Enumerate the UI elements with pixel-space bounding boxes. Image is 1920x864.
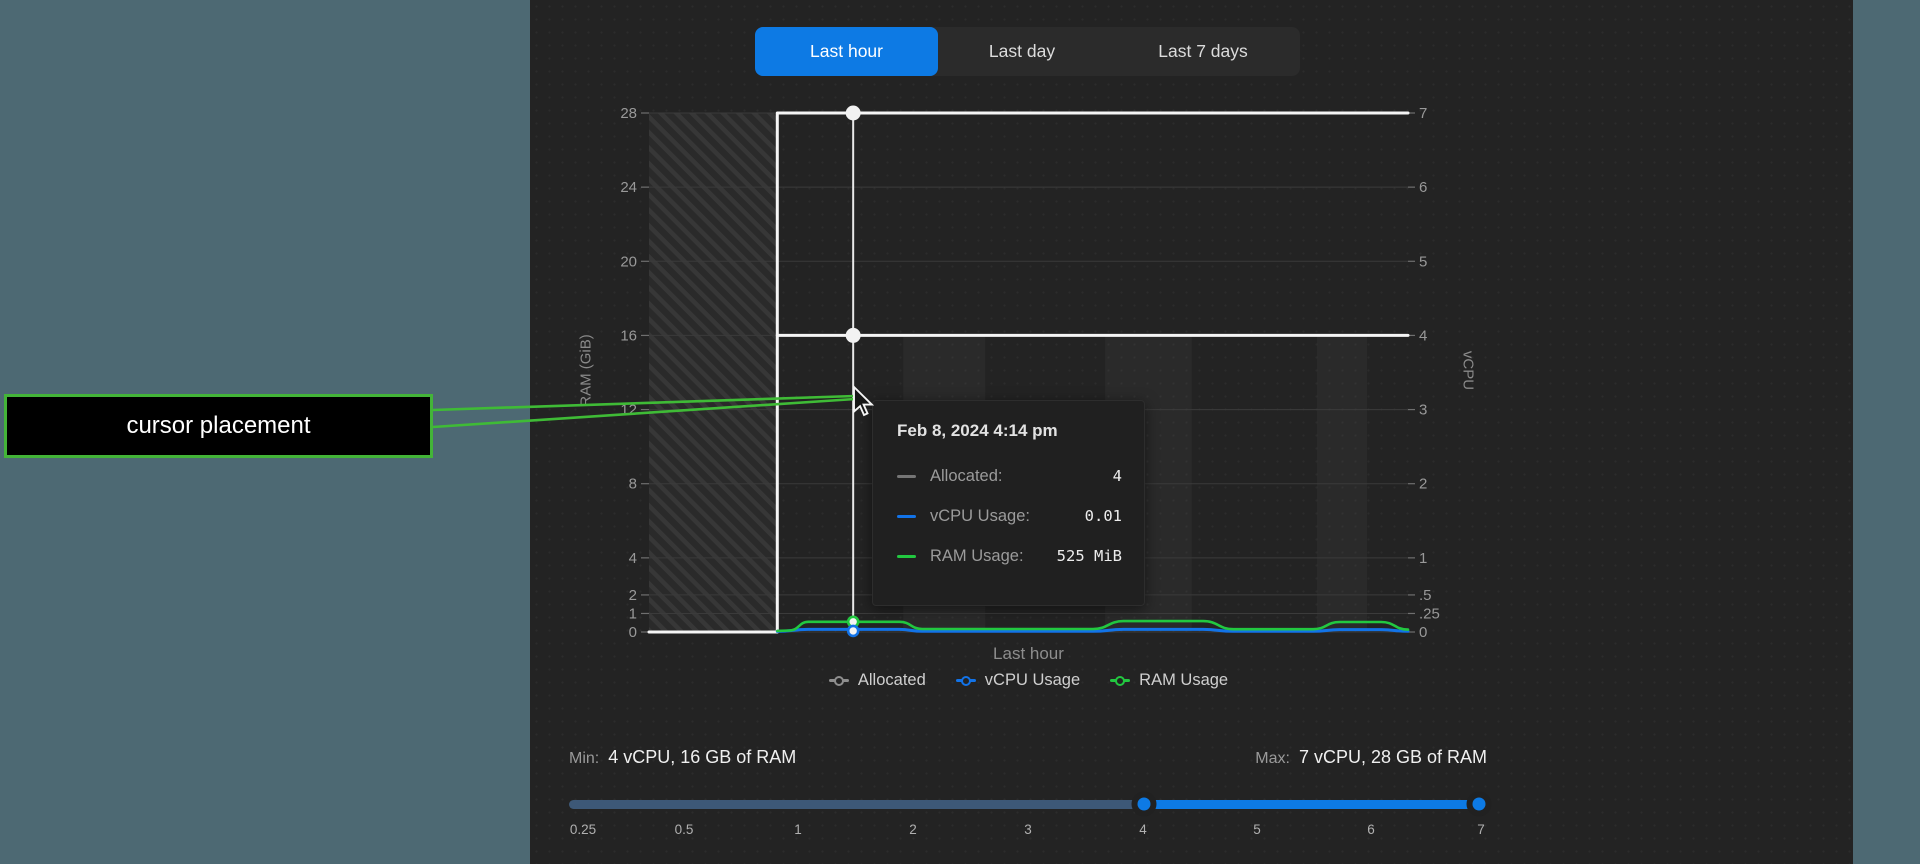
y-axis-title-vcpu: vCPU: [1460, 291, 1477, 451]
ram-tick-label: 1: [629, 605, 637, 622]
chart-legend: Allocated vCPU Usage RAM Usage: [649, 671, 1408, 690]
legend-label: Allocated: [858, 671, 926, 690]
legend-label: vCPU Usage: [985, 671, 1080, 690]
vcpu-tick-label: 1: [1419, 550, 1427, 567]
ram-tick-label: 28: [620, 105, 637, 122]
allocated-legend-marker-icon: [829, 676, 849, 686]
ram-legend-marker-icon: [1110, 676, 1130, 686]
slider-tick: 4: [1139, 822, 1147, 837]
vcpu-tick-label: .5: [1419, 587, 1432, 604]
resource-usage-screen: Last hour Last day Last 7 days 287246205…: [0, 0, 1920, 864]
tooltip-value: 4: [1113, 467, 1122, 485]
cursor-placement-callout: cursor placement: [4, 394, 433, 458]
ram-tick-label: 16: [620, 327, 637, 344]
slider-tick: 7: [1477, 822, 1485, 837]
tooltip-row-vcpu: vCPU Usage: 0.01: [897, 505, 1122, 527]
max-label: Max:: [1255, 750, 1290, 768]
resource-range-slider[interactable]: [569, 800, 1484, 809]
callout-text: cursor placement: [126, 412, 310, 440]
tooltip-label: vCPU Usage:: [930, 507, 1030, 526]
slider-tick: 1: [794, 822, 802, 837]
ram-tick-label: 0: [629, 624, 637, 641]
slider-tick: 2: [909, 822, 917, 837]
crosshair-ring-marker: [848, 626, 858, 636]
slider-handle-max[interactable]: [1466, 792, 1491, 817]
legend-item-allocated[interactable]: Allocated: [829, 671, 926, 690]
max-value: 7 vCPU, 28 GB of RAM: [1299, 747, 1487, 768]
vcpu-tick-label: 7: [1419, 105, 1427, 122]
ram-tick-label: 4: [629, 550, 637, 567]
tooltip-value: 0.01: [1085, 507, 1122, 525]
slider-tick: 0.25: [570, 822, 596, 837]
y-axis-title-ram: RAM (GiB): [578, 291, 595, 451]
crosshair-point-marker: [846, 328, 861, 343]
ram-tick-label: 24: [620, 179, 637, 196]
resource-limits-row: Min: 4 vCPU, 16 GB of RAM Max: 7 vCPU, 2…: [569, 747, 1487, 768]
tooltip-value: 525 MiB: [1057, 547, 1122, 565]
ram-tick-label: 20: [620, 253, 637, 270]
tooltip-row-ram: RAM Usage: 525 MiB: [897, 545, 1122, 567]
vcpu-tick-label: 5: [1419, 253, 1427, 270]
slider-handle-min[interactable]: [1131, 792, 1156, 817]
tooltip-label: Allocated:: [930, 467, 1002, 486]
vcpu-tick-label: 3: [1419, 402, 1427, 419]
slider-active-range: [1144, 800, 1484, 809]
ram-tick-label: 2: [629, 587, 637, 604]
slider-tick: 0.5: [675, 822, 694, 837]
no-data-hatch-region: [649, 113, 777, 632]
vcpu-tick-label: 2: [1419, 476, 1427, 493]
crosshair-point-marker: [846, 106, 861, 121]
min-label: Min:: [569, 750, 599, 768]
slider-tick: 6: [1367, 822, 1375, 837]
ram-tick-label: 12: [620, 402, 637, 419]
allocated-series-swatch: [897, 475, 916, 478]
ram-series-swatch: [897, 555, 916, 558]
vcpu-tick-label: 4: [1419, 327, 1427, 344]
ram-tick-label: 8: [629, 476, 637, 493]
min-resources: Min: 4 vCPU, 16 GB of RAM: [569, 747, 796, 768]
chart-tooltip: Feb 8, 2024 4:14 pm Allocated: 4 vCPU Us…: [872, 400, 1145, 606]
max-resources: Max: 7 vCPU, 28 GB of RAM: [1255, 747, 1487, 768]
vcpu-tick-label: 6: [1419, 179, 1427, 196]
tooltip-label: RAM Usage:: [930, 547, 1024, 566]
vcpu-tick-label: 0: [1419, 624, 1427, 641]
x-axis-label: Last hour: [649, 644, 1408, 664]
legend-item-ram-usage[interactable]: RAM Usage: [1110, 671, 1228, 690]
slider-tick-labels: 0.25 0.5 1 2 3 4 5 6 7: [0, 822, 1920, 842]
slider-tick: 3: [1024, 822, 1032, 837]
vcpu-tick-label: .25: [1419, 605, 1440, 622]
legend-label: RAM Usage: [1139, 671, 1228, 690]
tooltip-row-allocated: Allocated: 4: [897, 465, 1122, 487]
vcpu-series-swatch: [897, 515, 916, 518]
min-value: 4 vCPU, 16 GB of RAM: [608, 747, 796, 768]
tooltip-timestamp: Feb 8, 2024 4:14 pm: [897, 421, 1122, 441]
slider-tick: 5: [1253, 822, 1261, 837]
legend-item-vcpu-usage[interactable]: vCPU Usage: [956, 671, 1080, 690]
vcpu-legend-marker-icon: [956, 676, 976, 686]
